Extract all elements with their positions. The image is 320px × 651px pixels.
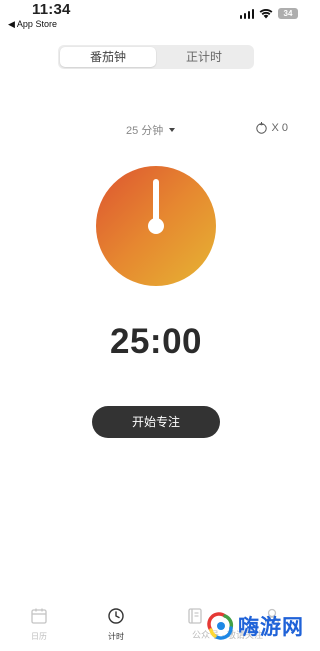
tomato-counter: X 0	[255, 121, 288, 134]
battery-icon: 34	[278, 8, 298, 19]
countdown-display: 25:00	[109, 322, 203, 361]
tab-timer[interactable]: 计时	[96, 607, 136, 642]
calendar-icon	[31, 608, 47, 624]
back-to-app-store-link[interactable]: ◀ App Store	[8, 19, 57, 30]
start-focus-button[interactable]: 开始专注	[92, 406, 220, 438]
mode-segment-control: 番茄钟 正计时	[58, 45, 254, 69]
watermark: 嗨游网	[207, 611, 304, 641]
notebook-icon	[188, 608, 202, 624]
status-time: 11:34	[32, 1, 71, 18]
tab-stopwatch[interactable]: 正计时	[156, 47, 252, 67]
caret-down-icon	[169, 128, 176, 132]
timer-dial	[96, 166, 216, 286]
tab-pomodoro[interactable]: 番茄钟	[60, 47, 156, 67]
tomato-icon	[256, 122, 268, 134]
clock-icon	[108, 608, 124, 624]
cellular-signal-icon	[239, 8, 254, 19]
tab-timer-label: 计时	[108, 632, 124, 641]
game-site-logo-icon	[207, 612, 234, 640]
tab-calendar[interactable]: 日历	[19, 607, 59, 642]
tab-calendar-label: 日历	[31, 632, 47, 641]
duration-label: 25 分钟	[126, 125, 164, 137]
duration-dropdown[interactable]: 25 分钟	[126, 122, 176, 138]
wifi-icon	[259, 8, 273, 19]
status-icons: 34	[239, 8, 298, 19]
dial-hub	[148, 218, 164, 234]
watermark-brand: 嗨游网	[238, 616, 304, 639]
tomato-count-label: X 0	[271, 121, 288, 134]
status-bar: 11:34 ◀ App Store 34	[0, 0, 312, 34]
